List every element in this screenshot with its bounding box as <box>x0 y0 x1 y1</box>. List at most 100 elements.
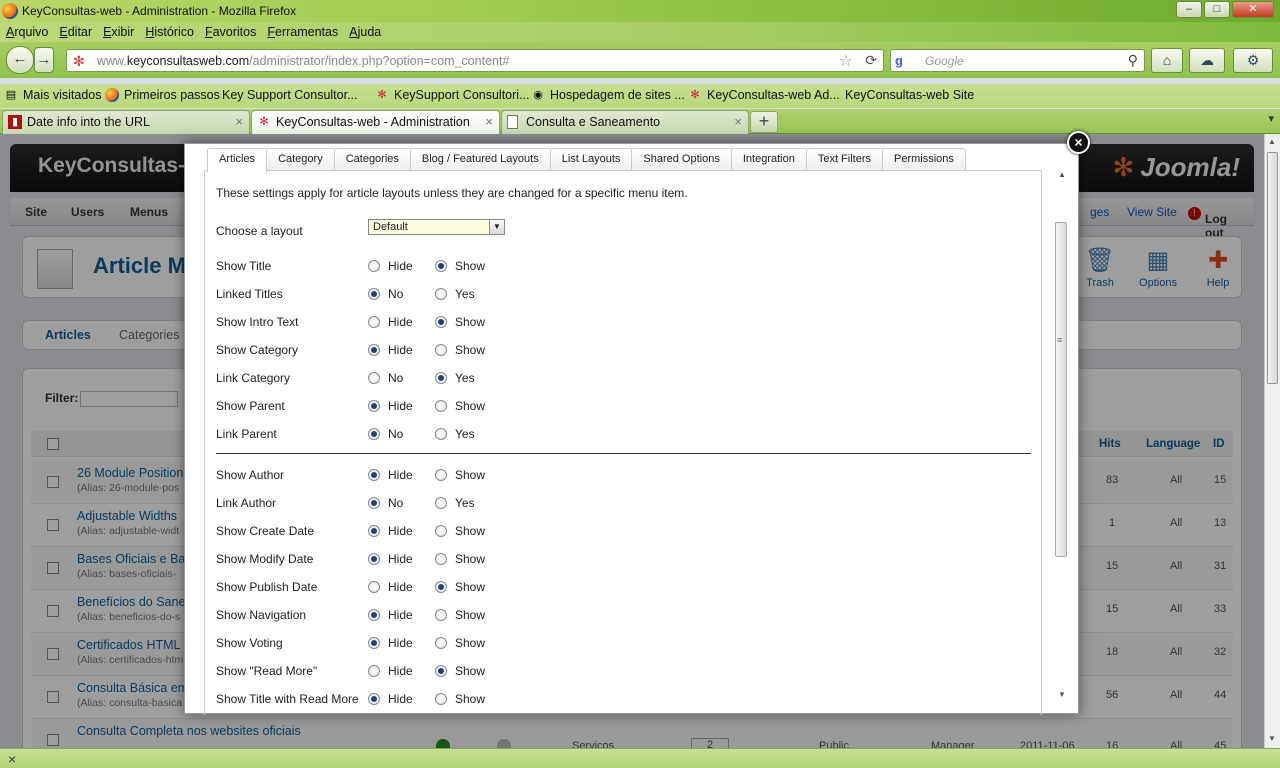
tab-text-filters[interactable]: Text Filters <box>805 148 884 171</box>
radio-show-intro-text-show[interactable] <box>435 316 447 328</box>
minimize-button[interactable]: – <box>1176 1 1202 18</box>
bookmark-primeiros-passos[interactable]: Primeiros passos <box>105 88 220 102</box>
radio-label[interactable]: Show <box>455 468 485 482</box>
bookmark-star-icon[interactable]: ☆ <box>839 51 853 71</box>
tab-close-icon[interactable]: × <box>734 111 742 133</box>
radio-label[interactable]: No <box>388 427 403 441</box>
radio-label[interactable]: No <box>388 371 403 385</box>
radio-label[interactable]: Hide <box>388 692 413 706</box>
radio-label[interactable]: No <box>388 287 403 301</box>
menu-favoritos[interactable]: Favoritos <box>205 22 256 42</box>
radio-label[interactable]: Show <box>455 399 485 413</box>
reload-icon[interactable]: ⟳ <box>865 52 877 69</box>
radio-link-author-yes[interactable] <box>435 497 447 509</box>
radio-label[interactable]: Show <box>455 580 485 594</box>
page-scroll-thumb[interactable] <box>1267 152 1278 384</box>
modal-close-button[interactable]: × <box>1067 131 1090 154</box>
search-bar[interactable]: g Google ⚲ <box>890 49 1145 72</box>
radio-label[interactable]: Hide <box>388 608 413 622</box>
radio-show-title-hide[interactable] <box>368 260 380 272</box>
menu-ferramentas[interactable]: Ferramentas <box>267 22 338 42</box>
radio-label[interactable]: Yes <box>455 427 475 441</box>
page-scrollbar[interactable]: ▲ ▼ <box>1264 134 1280 748</box>
scroll-up-icon[interactable]: ▲ <box>1268 137 1276 146</box>
addon-icon[interactable]: ⚙ <box>1233 48 1273 73</box>
radio-label[interactable]: Show <box>455 692 485 706</box>
radio-label[interactable]: Show <box>455 552 485 566</box>
menu-arquivo[interactable]: Arquivo <box>6 22 48 42</box>
radio-show-title-with-read-more-hide[interactable] <box>368 693 380 705</box>
tab-blog-featured-layouts[interactable]: Blog / Featured Layouts <box>409 148 551 171</box>
menu-exibir[interactable]: Exibir <box>103 22 134 42</box>
menu-historico[interactable]: Histórico <box>145 22 194 42</box>
radio-show-create-date-show[interactable] <box>435 525 447 537</box>
google-icon[interactable]: g <box>895 53 903 68</box>
modal-scroll-thumb[interactable] <box>1055 222 1067 557</box>
url-text[interactable]: www.keyconsultasweb.com/administrator/in… <box>97 54 509 68</box>
tab-close-icon[interactable]: × <box>485 111 493 133</box>
radio-show-publish-date-hide[interactable] <box>368 581 380 593</box>
radio-link-parent-yes[interactable] <box>435 428 447 440</box>
tab-categories[interactable]: Categories <box>333 148 411 171</box>
radio-show-read-more-hide[interactable] <box>368 665 380 677</box>
tab-consulta-saneamento[interactable]: Consulta e Saneamento × <box>501 110 749 134</box>
radio-label[interactable]: Show <box>455 315 485 329</box>
radio-linked-titles-yes[interactable] <box>435 288 447 300</box>
tab-keyconsultas-admin[interactable]: ✻ KeyConsultas-web - Administration × <box>251 110 500 135</box>
radio-show-parent-hide[interactable] <box>368 400 380 412</box>
radio-label[interactable]: Show <box>455 259 485 273</box>
radio-label[interactable]: Hide <box>388 259 413 273</box>
radio-label[interactable]: Hide <box>388 343 413 357</box>
tab-articles[interactable]: Articles <box>207 148 268 173</box>
radio-label[interactable]: Hide <box>388 315 413 329</box>
radio-show-modify-date-hide[interactable] <box>368 553 380 565</box>
close-window-button[interactable]: ✕ <box>1232 1 1274 18</box>
bookmark-hospedagem[interactable]: ◉ Hospedagem de sites ... <box>531 88 685 102</box>
url-bar[interactable]: ✻ www.keyconsultasweb.com/administrator/… <box>66 49 884 72</box>
search-icon[interactable]: ⚲ <box>1128 52 1138 69</box>
scroll-up-icon[interactable]: ▲ <box>1058 170 1066 179</box>
bookmark-key-support-consultor[interactable]: Key Support Consultor... <box>222 88 358 236</box>
radio-label[interactable]: Yes <box>455 496 475 510</box>
radio-label[interactable]: Hide <box>388 468 413 482</box>
new-tab-button[interactable]: + <box>750 111 778 133</box>
radio-show-author-show[interactable] <box>435 469 447 481</box>
radio-show-author-hide[interactable] <box>368 469 380 481</box>
radio-show-category-hide[interactable] <box>368 344 380 356</box>
radio-show-category-show[interactable] <box>435 344 447 356</box>
radio-show-voting-show[interactable] <box>435 637 447 649</box>
bookmark-keyconsultas-admin[interactable]: ✻ KeyConsultas-web Ad... <box>688 88 839 102</box>
tab-date-info[interactable]: ▮ Date info into the URL × <box>2 110 250 134</box>
radio-show-title-show[interactable] <box>435 260 447 272</box>
radio-label[interactable]: Hide <box>388 524 413 538</box>
radio-show-navigation-show[interactable] <box>435 609 447 621</box>
radio-link-category-yes[interactable] <box>435 372 447 384</box>
bookmark-keysupport-consultori[interactable]: ✻ KeySupport Consultori... <box>375 88 529 102</box>
forward-button[interactable]: → <box>34 47 54 73</box>
tab-list-chevron-icon[interactable]: ▾ <box>1268 112 1274 125</box>
radio-label[interactable]: Show <box>455 608 485 622</box>
layout-select[interactable]: Default ▼ <box>368 219 505 235</box>
radio-show-voting-hide[interactable] <box>368 637 380 649</box>
tab-shared-options[interactable]: Shared Options <box>631 148 732 171</box>
radio-show-publish-date-show[interactable] <box>435 581 447 593</box>
menu-ajuda[interactable]: Ajuda <box>349 22 381 42</box>
radio-label[interactable]: Hide <box>388 664 413 678</box>
radio-label[interactable]: Yes <box>455 371 475 385</box>
radio-label[interactable]: Show <box>455 343 485 357</box>
skype-icon[interactable]: ☁ <box>1189 48 1225 73</box>
radio-link-author-no[interactable] <box>368 497 380 509</box>
bookmark-mais-visitados[interactable]: ▤ Mais visitados <box>4 88 102 102</box>
radio-show-modify-date-show[interactable] <box>435 553 447 565</box>
radio-label[interactable]: Hide <box>388 580 413 594</box>
radio-label[interactable]: Hide <box>388 399 413 413</box>
bookmark-keyconsultas-site[interactable]: KeyConsultas-web Site <box>845 88 974 236</box>
tab-list-layouts[interactable]: List Layouts <box>549 148 633 171</box>
radio-show-navigation-hide[interactable] <box>368 609 380 621</box>
maximize-button[interactable]: □ <box>1204 1 1230 18</box>
modal-scrollbar[interactable]: ▲ ≡ ▼ <box>1053 170 1069 702</box>
menu-editar[interactable]: Editar <box>59 22 92 42</box>
radio-label[interactable]: No <box>388 496 403 510</box>
tab-close-icon[interactable]: × <box>235 111 243 133</box>
close-findbar-icon[interactable]: × <box>8 751 16 767</box>
